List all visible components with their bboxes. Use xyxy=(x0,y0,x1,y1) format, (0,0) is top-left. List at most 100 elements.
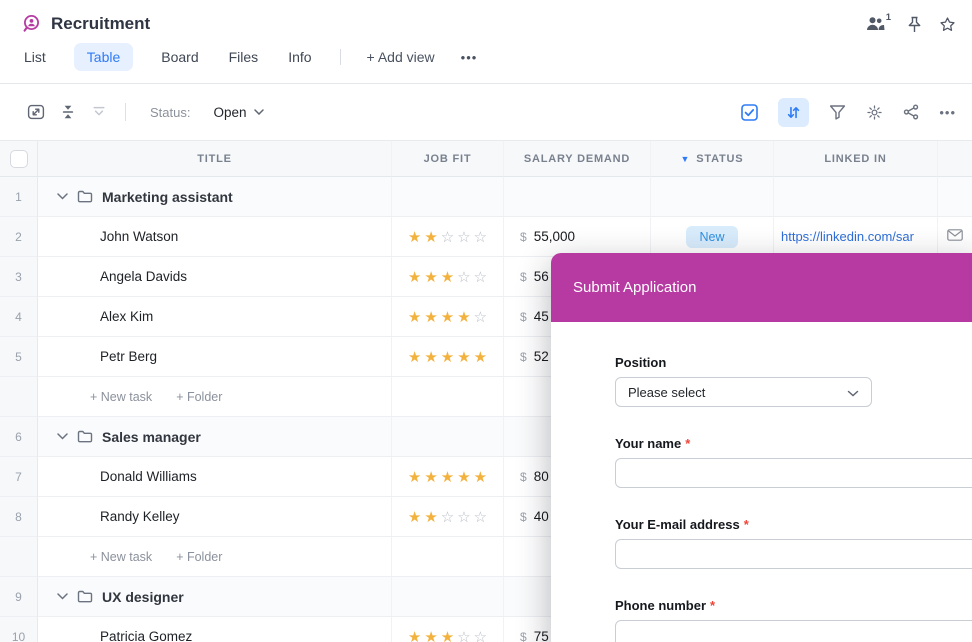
star-filled-icon[interactable]: ★ xyxy=(408,628,421,642)
task-title-cell[interactable]: Donald Williams xyxy=(38,457,392,497)
star-filled-icon[interactable]: ★ xyxy=(424,228,437,246)
table-toolbar: Status: Open ••• xyxy=(0,84,972,140)
status-badge[interactable]: New xyxy=(686,226,737,248)
column-header-status[interactable]: ▼STATUS xyxy=(651,141,774,177)
salary-cell xyxy=(504,177,651,217)
star-filled-icon[interactable]: ★ xyxy=(457,468,470,486)
task-title-cell[interactable]: Alex Kim xyxy=(38,297,392,337)
star-filled-icon[interactable]: ★ xyxy=(424,628,437,642)
task-title-cell[interactable]: John Watson xyxy=(38,217,392,257)
star-empty-icon[interactable]: ☆ xyxy=(441,508,454,526)
job-fit-cell xyxy=(392,177,504,217)
pin-icon[interactable] xyxy=(907,16,922,33)
star-empty-icon[interactable]: ☆ xyxy=(457,628,470,642)
star-rating[interactable]: ★★☆☆☆ xyxy=(408,508,487,526)
filter-funnel-icon[interactable] xyxy=(829,104,846,120)
collapse-chevron-icon[interactable] xyxy=(57,593,68,600)
star-rating[interactable]: ★★★★★ xyxy=(408,468,487,486)
collapse-rows-icon[interactable] xyxy=(60,104,76,120)
star-filled-icon[interactable]: ★ xyxy=(408,268,421,286)
star-filled-icon[interactable]: ★ xyxy=(441,268,454,286)
envelope-icon[interactable] xyxy=(947,228,963,246)
collapse-chevron-icon[interactable] xyxy=(57,433,68,440)
star-rating[interactable]: ★★★★★ xyxy=(408,348,487,366)
star-filled-icon[interactable]: ★ xyxy=(424,348,437,366)
star-filled-icon[interactable]: ★ xyxy=(441,308,454,326)
position-select[interactable]: Please select xyxy=(615,377,872,407)
tab-files[interactable]: Files xyxy=(227,43,261,71)
star-rating[interactable]: ★★☆☆☆ xyxy=(408,228,487,246)
star-empty-icon[interactable]: ☆ xyxy=(474,228,487,246)
star-filled-icon[interactable]: ★ xyxy=(408,348,421,366)
salary-value: 40 xyxy=(534,509,549,524)
task-title-cell[interactable]: Randy Kelley xyxy=(38,497,392,537)
star-filled-icon[interactable]: ★ xyxy=(408,308,421,326)
tab-table[interactable]: Table xyxy=(74,43,133,71)
tab-info[interactable]: Info xyxy=(286,43,313,71)
column-header-title[interactable]: TITLE xyxy=(38,141,392,177)
add-task-button[interactable]: + New task xyxy=(90,550,152,564)
star-filled-icon[interactable]: ★ xyxy=(457,348,470,366)
task-title-label: Donald Williams xyxy=(100,469,197,484)
task-title-cell[interactable]: Angela Davids xyxy=(38,257,392,297)
tabs-more-button[interactable]: ••• xyxy=(461,50,478,65)
star-empty-icon[interactable]: ☆ xyxy=(441,228,454,246)
expand-all-icon-disabled[interactable] xyxy=(91,104,107,120)
toolbar-more-button[interactable]: ••• xyxy=(939,105,956,120)
star-filled-icon[interactable]: ★ xyxy=(424,508,437,526)
your-e-mail-address-input[interactable] xyxy=(615,539,972,569)
phone-number-input[interactable] xyxy=(615,620,972,642)
linkedin-cell xyxy=(774,177,938,217)
task-title-cell[interactable]: Petr Berg xyxy=(38,337,392,377)
star-filled-icon[interactable]: ★ xyxy=(424,268,437,286)
star-empty-icon[interactable]: ☆ xyxy=(457,228,470,246)
select-value: Please select xyxy=(628,385,705,400)
share-icon[interactable] xyxy=(903,104,919,120)
star-filled-icon[interactable]: ★ xyxy=(408,468,421,486)
tab-board[interactable]: Board xyxy=(159,43,200,71)
collapse-chevron-icon[interactable] xyxy=(57,193,68,200)
star-filled-icon[interactable]: ★ xyxy=(441,468,454,486)
star-empty-icon[interactable]: ☆ xyxy=(474,268,487,286)
add-task-button[interactable]: + New task xyxy=(90,390,152,404)
star-empty-icon[interactable]: ☆ xyxy=(474,308,487,326)
task-title-cell[interactable]: Patricia Gomez xyxy=(38,617,392,642)
star-filled-icon[interactable]: ★ xyxy=(424,468,437,486)
select-mode-checkbox-icon[interactable] xyxy=(741,104,758,121)
settings-gear-icon[interactable] xyxy=(866,104,883,121)
star-filled-icon[interactable]: ★ xyxy=(474,468,487,486)
star-filled-icon[interactable]: ★ xyxy=(441,348,454,366)
members-button[interactable]: 1 xyxy=(866,16,890,31)
expand-icon[interactable] xyxy=(27,103,45,121)
star-filled-icon[interactable]: ★ xyxy=(457,308,470,326)
star-filled-icon[interactable]: ★ xyxy=(424,308,437,326)
linkedin-link[interactable]: https://linkedin.com/sar xyxy=(781,229,914,244)
your-name-input[interactable] xyxy=(615,458,972,488)
select-all-checkbox[interactable] xyxy=(10,150,28,168)
star-rating[interactable]: ★★★☆☆ xyxy=(408,268,487,286)
column-header-linked-in[interactable]: LINKED IN xyxy=(774,141,938,177)
add-folder-button[interactable]: + Folder xyxy=(176,550,222,564)
star-empty-icon[interactable]: ☆ xyxy=(457,268,470,286)
add-view-button[interactable]: + Add view xyxy=(367,49,435,65)
column-header-job-fit[interactable]: JOB FIT xyxy=(392,141,504,177)
salary-value: 55,000 xyxy=(534,229,575,244)
job-fit-cell: ★★☆☆☆ xyxy=(392,497,504,537)
task-title-label: Alex Kim xyxy=(100,309,153,324)
star-filled-icon[interactable]: ★ xyxy=(474,348,487,366)
star-rating[interactable]: ★★★★☆ xyxy=(408,308,487,326)
sort-icon[interactable] xyxy=(778,98,809,127)
status-filter-dropdown[interactable]: Open xyxy=(213,105,263,120)
star-empty-icon[interactable]: ☆ xyxy=(457,508,470,526)
star-filled-icon[interactable]: ★ xyxy=(408,508,421,526)
star-empty-icon[interactable]: ☆ xyxy=(474,508,487,526)
star-empty-icon[interactable]: ☆ xyxy=(474,628,487,642)
favorite-star-icon[interactable] xyxy=(939,16,956,33)
star-filled-icon[interactable]: ★ xyxy=(408,228,421,246)
add-folder-button[interactable]: + Folder xyxy=(176,390,222,404)
star-rating[interactable]: ★★★☆☆ xyxy=(408,628,487,642)
column-header-salary-demand[interactable]: SALARY DEMAND xyxy=(504,141,651,177)
tab-list[interactable]: List xyxy=(22,43,48,71)
group-label: Sales manager xyxy=(102,429,201,445)
star-filled-icon[interactable]: ★ xyxy=(441,628,454,642)
